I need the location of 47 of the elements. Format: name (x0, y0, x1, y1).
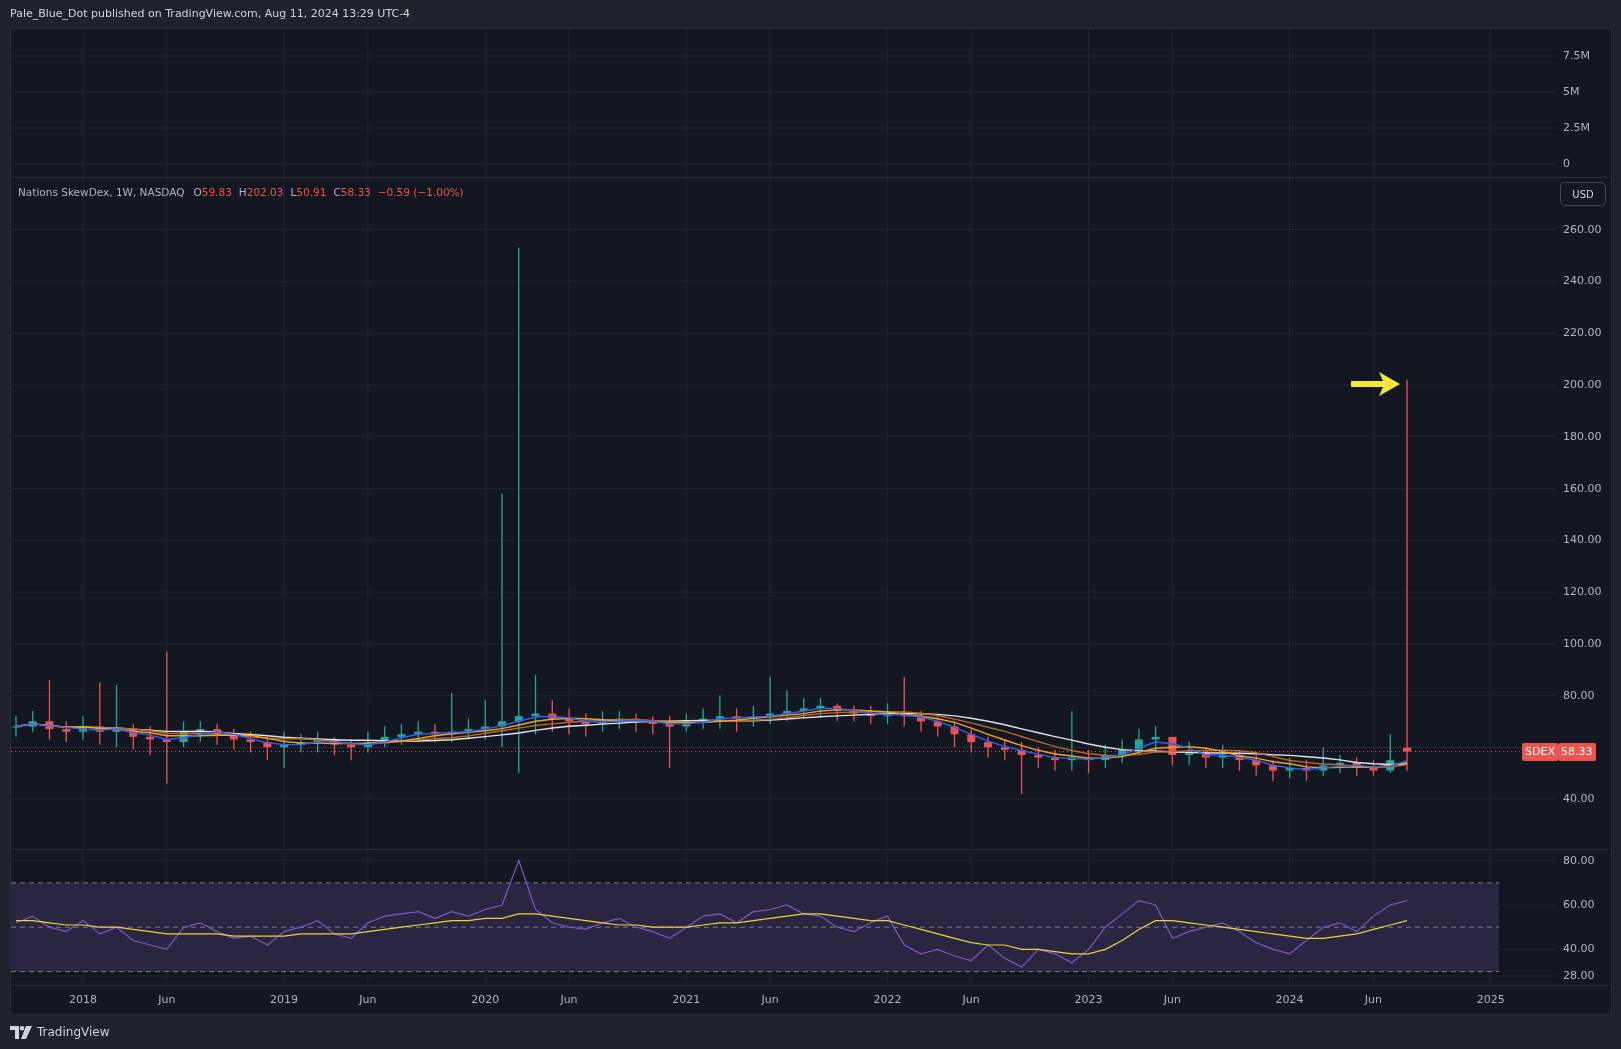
rsi-scale-label: 60.00 (1563, 897, 1595, 913)
ohlc-value: L50.91 (290, 186, 327, 198)
time-scale-label: Jun (560, 992, 578, 1008)
volume-scale-label: 2.5M (1563, 120, 1590, 136)
time-scale-label: Jun (158, 992, 176, 1008)
ohlc-value: H202.03 (238, 186, 284, 198)
ohlc-value: C58.33 (333, 186, 371, 198)
price-scale-label: 260.00 (1563, 221, 1602, 238)
rsi-scale-label: 40.00 (1563, 941, 1595, 958)
time-scale-label: Jun (962, 992, 980, 1008)
time-scale-label: 2023 (1074, 992, 1103, 1008)
time-scale-label: 2018 (69, 992, 97, 1008)
rsi-scale-label: 28.00 (1563, 968, 1595, 984)
time-scale-label: Jun (1364, 992, 1382, 1008)
time-scale-label: 2021 (672, 992, 701, 1008)
price-scale-label: 180.00 (1563, 428, 1602, 445)
rsi-scale-label: 80.00 (1563, 852, 1595, 869)
time-scale-label: Jun (1163, 992, 1181, 1008)
currency-button[interactable]: USD (1560, 182, 1606, 206)
volume-scale-label: 5M (1563, 84, 1580, 100)
price-scale-label: 120.00 (1563, 584, 1602, 601)
time-scale-label: 2022 (873, 992, 902, 1008)
price-scale-label: 240.00 (1563, 273, 1602, 290)
price-scale-label: 100.00 (1563, 635, 1602, 652)
price-scale-label: 160.00 (1563, 480, 1602, 497)
time-scale-label: 2020 (471, 992, 500, 1008)
price-scale-label: 80.00 (1563, 687, 1595, 704)
publish-info: Pale_Blue_Dot published on TradingView.com, Aug 11, 2024 13:29 UTC-4 (9, 6, 412, 22)
time-scale-label: 2025 (1476, 992, 1505, 1008)
symbol-info: Nations SkewDex, 1W, NASDAQ (18, 186, 185, 198)
time-scale-label: Jun (761, 992, 779, 1008)
volume-scale-label: 7.5M (1563, 48, 1590, 64)
price-scale-label: 220.00 (1563, 325, 1602, 342)
time-scale-label: Jun (359, 992, 377, 1008)
volume-scale-label: 0 (1563, 156, 1570, 172)
logo-icon (10, 1025, 32, 1039)
price-change: −0.59 (−1.00%) (377, 186, 464, 198)
last-price-badge: 58.33 (1558, 742, 1596, 761)
price-scale-label: 140.00 (1563, 532, 1602, 549)
price-scale-label: 40.00 (1563, 791, 1595, 808)
symbol-badge: SDEX (1522, 742, 1558, 761)
price-scale-label: 200.00 (1563, 376, 1602, 393)
arrow-drawing (1351, 372, 1400, 396)
ohlc-value: O59.83 (193, 186, 232, 198)
brand-name: TradingView (37, 1025, 110, 1039)
time-scale-label: 2024 (1275, 992, 1304, 1008)
time-scale-label: 2019 (270, 992, 299, 1008)
